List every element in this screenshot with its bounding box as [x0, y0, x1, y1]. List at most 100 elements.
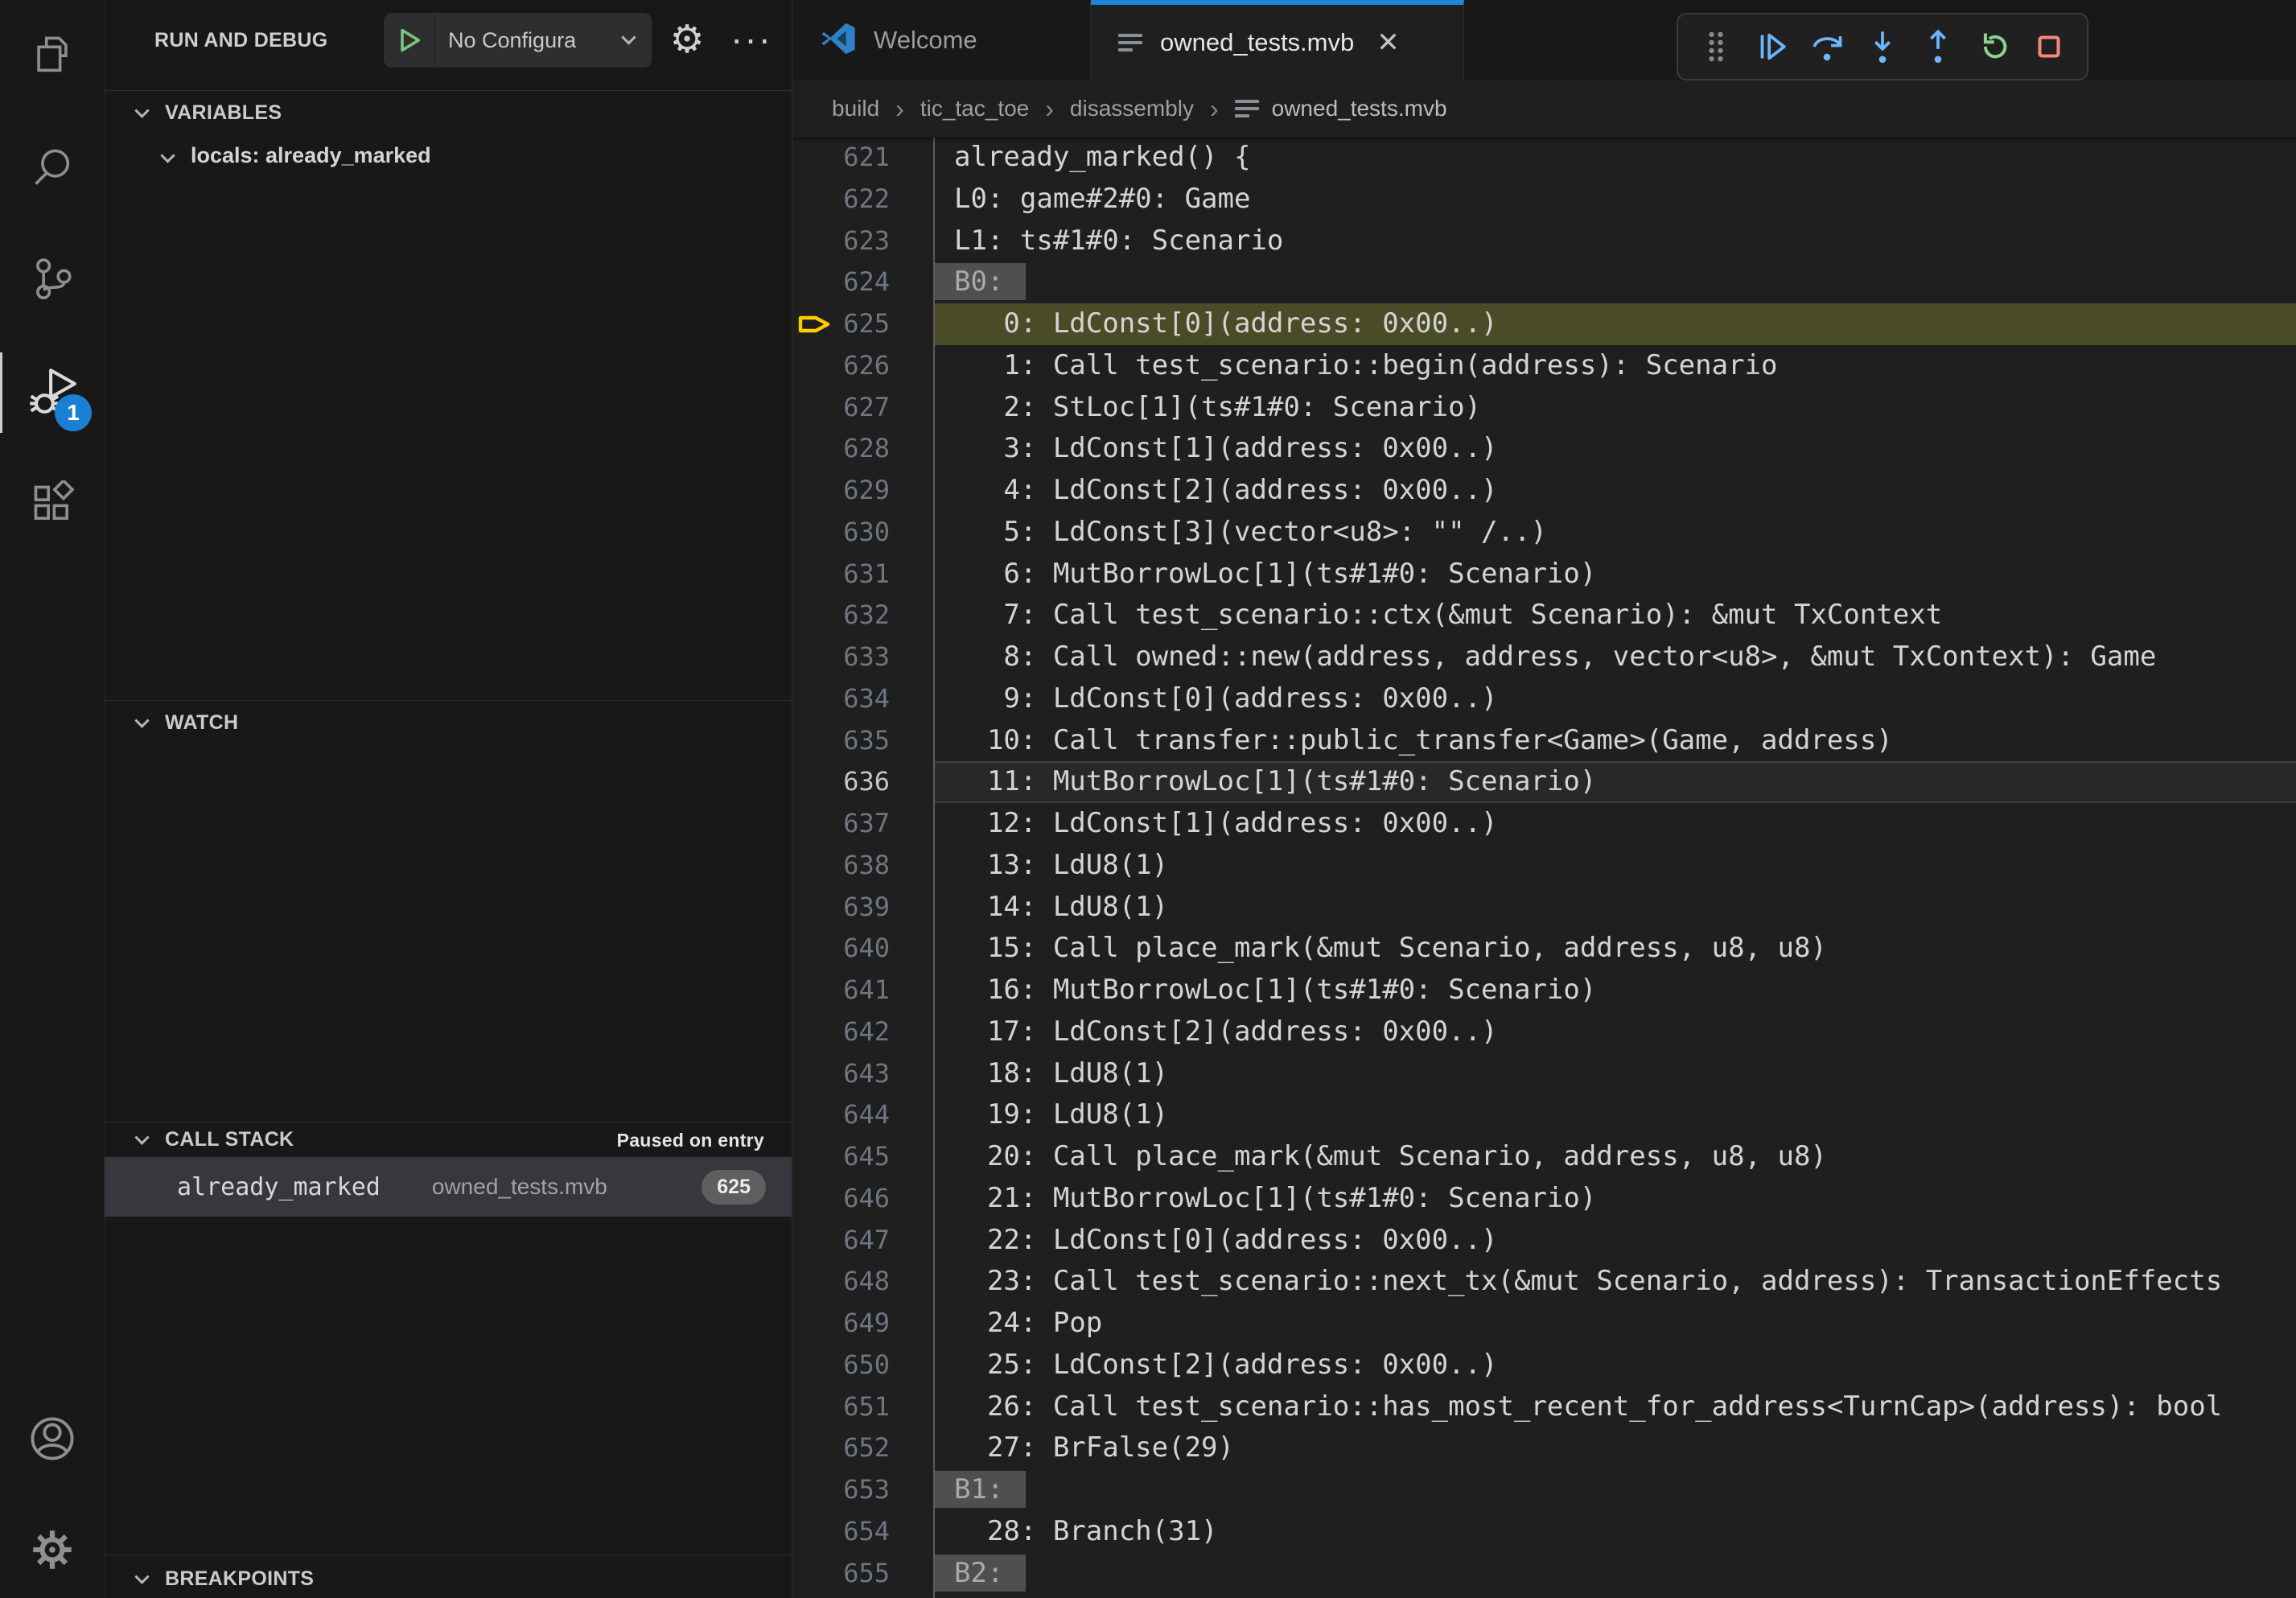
gutter[interactable]: 625	[793, 303, 933, 345]
gutter[interactable]: 646	[793, 1178, 933, 1220]
gutter[interactable]: 624	[793, 262, 933, 303]
gutter[interactable]: 637	[793, 803, 933, 845]
code-line-634[interactable]: 634 9: LdConst[0](address: 0x00..)	[793, 678, 2296, 720]
code-line-622[interactable]: 622L0: game#2#0: Game	[793, 179, 2296, 220]
code-line-636[interactable]: 636 11: MutBorrowLoc[1](ts#1#0: Scenario…	[793, 761, 2296, 803]
code-line-647[interactable]: 647 22: LdConst[0](address: 0x00..)	[793, 1220, 2296, 1262]
code-line-646[interactable]: 646 21: MutBorrowLoc[1](ts#1#0: Scenario…	[793, 1178, 2296, 1220]
gutter[interactable]: 628	[793, 428, 933, 470]
gutter[interactable]: 629	[793, 470, 933, 512]
breadcrumb-item[interactable]: tic_tac_toe	[920, 96, 1029, 121]
launch-config-control[interactable]: No Configura	[384, 13, 652, 68]
code-line-649[interactable]: 649 24: Pop	[793, 1303, 2296, 1345]
locals-tree-item[interactable]: locals: already_marked	[163, 143, 431, 168]
config-dropdown-label[interactable]: No Configura	[435, 28, 576, 53]
gutter[interactable]: 645	[793, 1136, 933, 1178]
code-line-638[interactable]: 638 13: LdU8(1)	[793, 845, 2296, 887]
code-line-655[interactable]: 655B2:	[793, 1553, 2296, 1595]
code-line-642[interactable]: 642 17: LdConst[2](address: 0x00..)	[793, 1011, 2296, 1053]
gutter[interactable]: 627	[793, 387, 933, 429]
code-line-628[interactable]: 628 3: LdConst[1](address: 0x00..)	[793, 428, 2296, 470]
code-line-630[interactable]: 630 5: LdConst[3](vector<u8>: "" /..)	[793, 512, 2296, 554]
breadcrumb-file[interactable]: owned_tests.mvb	[1272, 96, 1447, 121]
gutter[interactable]: 621	[793, 137, 933, 179]
code-line-623[interactable]: 623L1: ts#1#0: Scenario	[793, 220, 2296, 262]
code-line-621[interactable]: 621already_marked() {	[793, 137, 2296, 179]
stop-button[interactable]	[2025, 23, 2073, 71]
gutter[interactable]: 635	[793, 720, 933, 762]
gutter[interactable]: 641	[793, 970, 933, 1011]
gutter[interactable]: 643	[793, 1053, 933, 1095]
step-out-button[interactable]	[1914, 23, 1962, 71]
restart-button[interactable]	[1969, 23, 2018, 71]
breadcrumb-item[interactable]: disassembly	[1070, 96, 1194, 121]
gutter[interactable]: 651	[793, 1386, 933, 1428]
gutter[interactable]: 636	[793, 761, 933, 803]
configure-gear-button[interactable]: ⚙	[658, 11, 716, 69]
code-line-627[interactable]: 627 2: StLoc[1](ts#1#0: Scenario)	[793, 387, 2296, 429]
gutter[interactable]: 649	[793, 1303, 933, 1345]
code-line-626[interactable]: 626 1: Call test_scenario::begin(address…	[793, 345, 2296, 387]
gutter[interactable]: 653	[793, 1469, 933, 1511]
gutter[interactable]: 652	[793, 1427, 933, 1469]
code-line-652[interactable]: 652 27: BrFalse(29)	[793, 1427, 2296, 1469]
code-line-624[interactable]: 624B0:	[793, 262, 2296, 303]
gutter[interactable]: 638	[793, 845, 933, 887]
activity-run-debug[interactable]: 1	[0, 352, 105, 433]
gutter[interactable]: 644	[793, 1094, 933, 1136]
breadcrumb-item[interactable]: build	[832, 96, 879, 121]
code-line-653[interactable]: 653B1:	[793, 1469, 2296, 1511]
variables-section-header[interactable]: VARIABLES	[137, 101, 282, 125]
code-line-640[interactable]: 640 15: Call place_mark(&mut Scenario, a…	[793, 928, 2296, 970]
activity-search[interactable]	[0, 129, 105, 209]
activity-account[interactable]	[0, 1400, 105, 1481]
code-line-629[interactable]: 629 4: LdConst[2](address: 0x00..)	[793, 470, 2296, 512]
code-line-648[interactable]: 648 23: Call test_scenario::next_tx(&mut…	[793, 1261, 2296, 1303]
start-debug-button[interactable]	[384, 13, 435, 68]
activity-extensions[interactable]	[0, 465, 105, 546]
code-line-645[interactable]: 645 20: Call place_mark(&mut Scenario, a…	[793, 1136, 2296, 1178]
tab-owned-tests[interactable]: owned_tests.mvb ✕	[1091, 0, 1464, 80]
gutter[interactable]: 630	[793, 512, 933, 554]
watch-section-header[interactable]: WATCH	[137, 711, 238, 735]
step-into-button[interactable]	[1858, 23, 1907, 71]
gutter[interactable]: 655	[793, 1553, 933, 1595]
code-line-639[interactable]: 639 14: LdU8(1)	[793, 887, 2296, 929]
more-actions-button[interactable]: ···	[721, 8, 782, 69]
gutter[interactable]: 650	[793, 1345, 933, 1386]
code-line-651[interactable]: 651 26: Call test_scenario::has_most_rec…	[793, 1386, 2296, 1428]
gutter[interactable]: 633	[793, 636, 933, 678]
code-line-654[interactable]: 654 28: Branch(31)	[793, 1511, 2296, 1553]
code-line-635[interactable]: 635 10: Call transfer::public_transfer<G…	[793, 720, 2296, 762]
toolbar-drag-handle[interactable]	[1692, 23, 1740, 71]
stack-frame-row[interactable]: already_marked owned_tests.mvb 625	[105, 1157, 792, 1217]
gutter[interactable]: 634	[793, 678, 933, 720]
code-line-637[interactable]: 637 12: LdConst[1](address: 0x00..)	[793, 803, 2296, 845]
gutter[interactable]: 632	[793, 595, 933, 636]
code-line-631[interactable]: 631 6: MutBorrowLoc[1](ts#1#0: Scenario)	[793, 554, 2296, 595]
close-icon[interactable]: ✕	[1376, 29, 1400, 56]
breakpoints-section-header[interactable]: BREAKPOINTS	[137, 1567, 314, 1591]
gutter[interactable]: 622	[793, 179, 933, 220]
code-line-641[interactable]: 641 16: MutBorrowLoc[1](ts#1#0: Scenario…	[793, 970, 2296, 1011]
gutter[interactable]: 639	[793, 887, 933, 929]
gutter[interactable]: 623	[793, 220, 933, 262]
gutter[interactable]: 648	[793, 1261, 933, 1303]
code-line-643[interactable]: 643 18: LdU8(1)	[793, 1053, 2296, 1095]
gutter[interactable]: 642	[793, 1011, 933, 1053]
tab-welcome[interactable]: Welcome	[793, 0, 1091, 80]
activity-explorer[interactable]	[0, 16, 105, 97]
activity-settings[interactable]	[0, 1511, 105, 1592]
gutter[interactable]: 631	[793, 554, 933, 595]
activity-source-control[interactable]	[0, 240, 105, 320]
code-line-650[interactable]: 650 25: LdConst[2](address: 0x00..)	[793, 1345, 2296, 1386]
gutter[interactable]: 654	[793, 1511, 933, 1553]
code-editor[interactable]: 621already_marked() {622L0: game#2#0: Ga…	[793, 137, 2296, 1598]
code-line-633[interactable]: 633 8: Call owned::new(address, address,…	[793, 636, 2296, 678]
gutter[interactable]: 647	[793, 1220, 933, 1262]
gutter[interactable]: 626	[793, 345, 933, 387]
code-line-644[interactable]: 644 19: LdU8(1)	[793, 1094, 2296, 1136]
code-line-625[interactable]: 625 0: LdConst[0](address: 0x00..)	[793, 303, 2296, 345]
step-over-button[interactable]	[1803, 23, 1851, 71]
continue-button[interactable]	[1747, 23, 1796, 71]
